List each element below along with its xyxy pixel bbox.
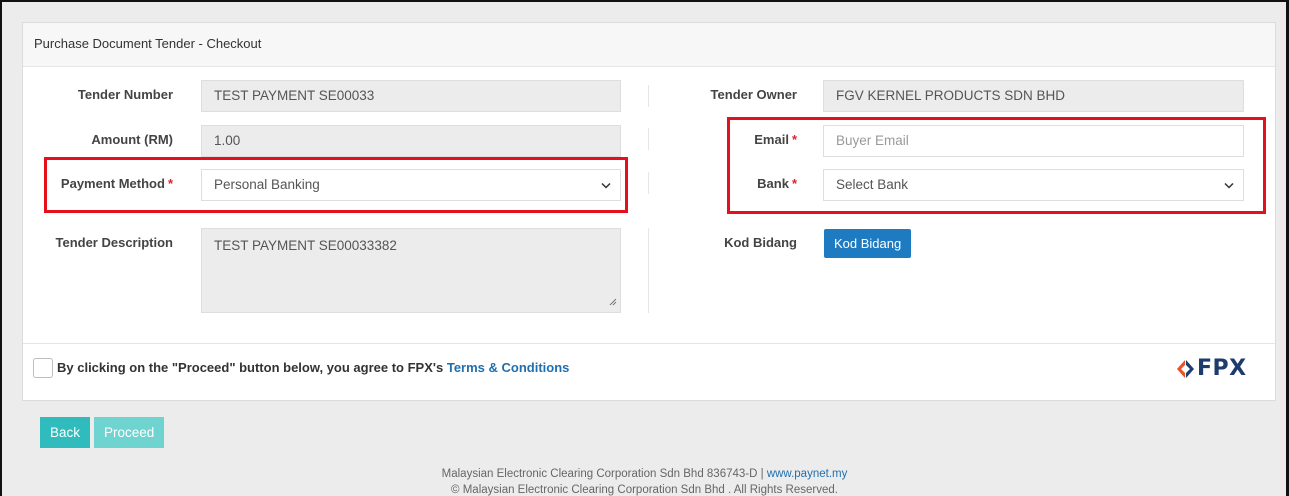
section-divider — [23, 343, 1275, 344]
payment-method-highlight — [44, 157, 628, 213]
paynet-link[interactable]: www.paynet.my — [767, 468, 848, 480]
resize-handle-icon[interactable] — [609, 294, 617, 309]
amount-label: Amount (RM) — [91, 132, 173, 147]
column-divider — [648, 228, 649, 313]
tender-number-field: TEST PAYMENT SE00033 — [201, 80, 621, 112]
column-divider — [648, 128, 649, 150]
footer-company-text: Malaysian Electronic Clearing Corporatio… — [441, 468, 764, 480]
tender-owner-field: FGV KERNEL PRODUCTS SDN BHD — [823, 80, 1244, 112]
window-frame-left — [0, 0, 2, 496]
amount-field: 1.00 — [201, 125, 621, 157]
footer-company: Malaysian Electronic Clearing Corporatio… — [0, 468, 1289, 480]
column-divider — [648, 172, 649, 194]
tender-description-value: TEST PAYMENT SE00033382 — [214, 238, 397, 253]
fpx-logo-icon — [1177, 359, 1194, 378]
terms-conditions-link[interactable]: Terms & Conditions — [447, 360, 570, 375]
fpx-logo: FPX — [1176, 356, 1247, 381]
tender-description-label: Tender Description — [55, 235, 173, 250]
back-button[interactable]: Back — [40, 417, 91, 448]
tender-description-textarea[interactable]: TEST PAYMENT SE00033382 — [201, 228, 621, 313]
footer-copyright: © Malaysian Electronic Clearing Corporat… — [451, 484, 838, 496]
terms-checkbox[interactable] — [33, 358, 53, 378]
window-frame-top — [0, 0, 1289, 2]
column-divider — [648, 85, 649, 107]
tender-number-label: Tender Number — [77, 87, 173, 102]
fpx-logo-text: FPX — [1197, 356, 1247, 381]
terms-agreement-text: By clicking on the "Proceed" button belo… — [57, 360, 569, 375]
tender-owner-label: Tender Owner — [710, 87, 797, 102]
terms-agreement-label: By clicking on the "Proceed" button belo… — [57, 360, 444, 375]
kod-bidang-label: Kod Bidang — [724, 235, 797, 250]
panel-title: Purchase Document Tender - Checkout — [23, 23, 1275, 67]
kod-bidang-button[interactable]: Kod Bidang — [824, 229, 912, 258]
email-bank-highlight — [727, 117, 1266, 214]
proceed-button[interactable]: Proceed — [94, 417, 165, 448]
